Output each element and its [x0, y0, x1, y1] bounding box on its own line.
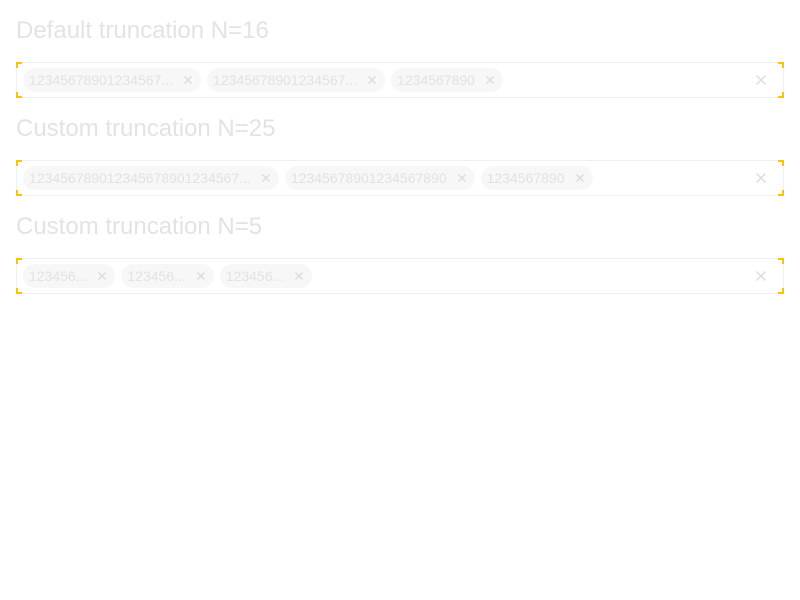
chip-list: 123456... 123456... 123456... — [23, 264, 783, 288]
chip[interactable]: 1234567890 — [391, 68, 503, 92]
chip-list: 12345678901234567... 12345678901234567..… — [23, 68, 783, 92]
close-icon[interactable] — [457, 173, 467, 183]
chip-label: 12345678901234567890 — [290, 170, 447, 186]
focus-corner — [778, 160, 784, 166]
chip-label: 1234567890 — [486, 170, 565, 186]
chip-label: 1234567890 — [397, 72, 475, 88]
chip[interactable]: 123456... — [219, 264, 313, 288]
section-title: Custom truncation N=25 — [16, 115, 276, 142]
focus-corner — [778, 190, 784, 196]
page: Default truncation N=16 1234567890123456… — [16, 16, 784, 294]
chip[interactable]: 1234567890 — [480, 166, 593, 190]
chip-label: 123456... — [29, 268, 88, 284]
section-title: Custom truncation N=5 — [16, 213, 263, 240]
focus-corner — [16, 190, 22, 196]
close-icon[interactable] — [196, 271, 206, 281]
close-icon[interactable] — [97, 271, 107, 281]
chip-list: 12345678901234567890123456​7... 12345678… — [23, 166, 783, 190]
chip[interactable]: 12345678901234567... — [207, 68, 386, 92]
chip[interactable]: 12345678901234567890 — [284, 166, 475, 190]
close-icon[interactable] — [367, 75, 377, 85]
chip-label: 12345678901234567890123456​7... — [29, 170, 251, 186]
chip-label: 123456... — [225, 268, 285, 284]
clear-all-icon[interactable] — [755, 74, 767, 86]
close-icon[interactable] — [575, 173, 585, 183]
section-custom-truncation-5: Custom truncation N=5 123456... 123456..… — [16, 212, 784, 294]
chip-label: 123456... — [127, 268, 186, 284]
chip[interactable]: 123456... — [121, 264, 214, 288]
close-icon[interactable] — [183, 75, 193, 85]
close-icon[interactable] — [485, 75, 495, 85]
section-title: Default truncation N=16 — [16, 17, 269, 44]
close-icon[interactable] — [294, 271, 304, 281]
focus-corner — [778, 62, 784, 68]
focus-corner — [778, 288, 784, 294]
focus-corner — [778, 92, 784, 98]
multiselect-field[interactable]: 12345678901234567... 12345678901234567..… — [16, 62, 784, 98]
chip[interactable]: 123456... — [23, 264, 116, 288]
focus-corner — [778, 258, 784, 264]
clear-all-icon[interactable] — [755, 172, 767, 184]
chip-label: 12345678901234567... — [213, 72, 358, 88]
chip[interactable]: 12345678901234567890123456​7... — [23, 166, 279, 190]
focus-corner — [16, 62, 22, 68]
chip-label: 12345678901234567... — [29, 72, 174, 88]
focus-corner — [16, 92, 22, 98]
multiselect-field[interactable]: 123456... 123456... 123456... — [16, 258, 784, 294]
chip[interactable]: 12345678901234567... — [23, 68, 202, 92]
clear-all-icon[interactable] — [755, 270, 767, 282]
section-custom-truncation-25: Custom truncation N=25 12345678901234567… — [16, 114, 784, 196]
focus-corner — [16, 258, 22, 264]
section-default-truncation: Default truncation N=16 1234567890123456… — [16, 16, 784, 98]
focus-corner — [16, 288, 22, 294]
focus-corner — [16, 160, 22, 166]
multiselect-field[interactable]: 12345678901234567890123456​7... 12345678… — [16, 160, 784, 196]
close-icon[interactable] — [261, 173, 271, 183]
